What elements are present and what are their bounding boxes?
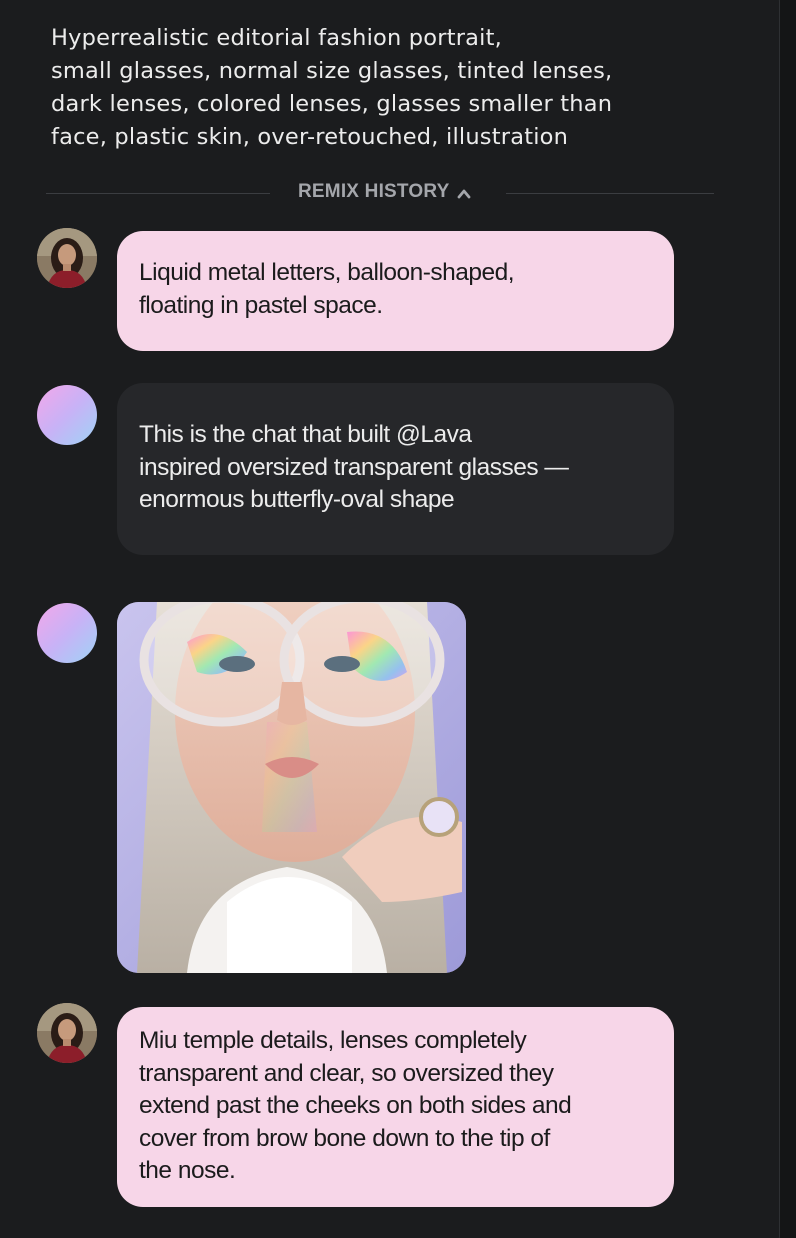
- assistant-avatar[interactable]: [37, 603, 97, 663]
- message-bubble-user: Miu temple details, lenses completely tr…: [117, 1007, 674, 1207]
- divider-line-right: [506, 193, 714, 194]
- remix-history-divider: REMIX HISTORY: [46, 178, 714, 210]
- user-avatar-image: [37, 228, 97, 288]
- divider-line-left: [46, 193, 270, 194]
- portrait-image: [117, 602, 466, 973]
- user-avatar-image: [37, 1003, 97, 1063]
- remix-history-toggle[interactable]: REMIX HISTORY: [298, 181, 471, 203]
- user-avatar[interactable]: [37, 1003, 97, 1063]
- user-avatar[interactable]: [37, 228, 97, 288]
- assistant-avatar[interactable]: [37, 385, 97, 445]
- prompt-text: Hyperrealistic editorial fashion portrai…: [51, 25, 613, 150]
- message-bubble-user: Liquid metal letters, balloon-shaped, fl…: [117, 231, 674, 351]
- message-bubble-assistant: This is the chat that built @Lava inspir…: [117, 383, 674, 555]
- generated-image[interactable]: [117, 602, 466, 973]
- chevron-up-icon: [458, 189, 471, 199]
- remix-history-label: REMIX HISTORY: [298, 181, 450, 202]
